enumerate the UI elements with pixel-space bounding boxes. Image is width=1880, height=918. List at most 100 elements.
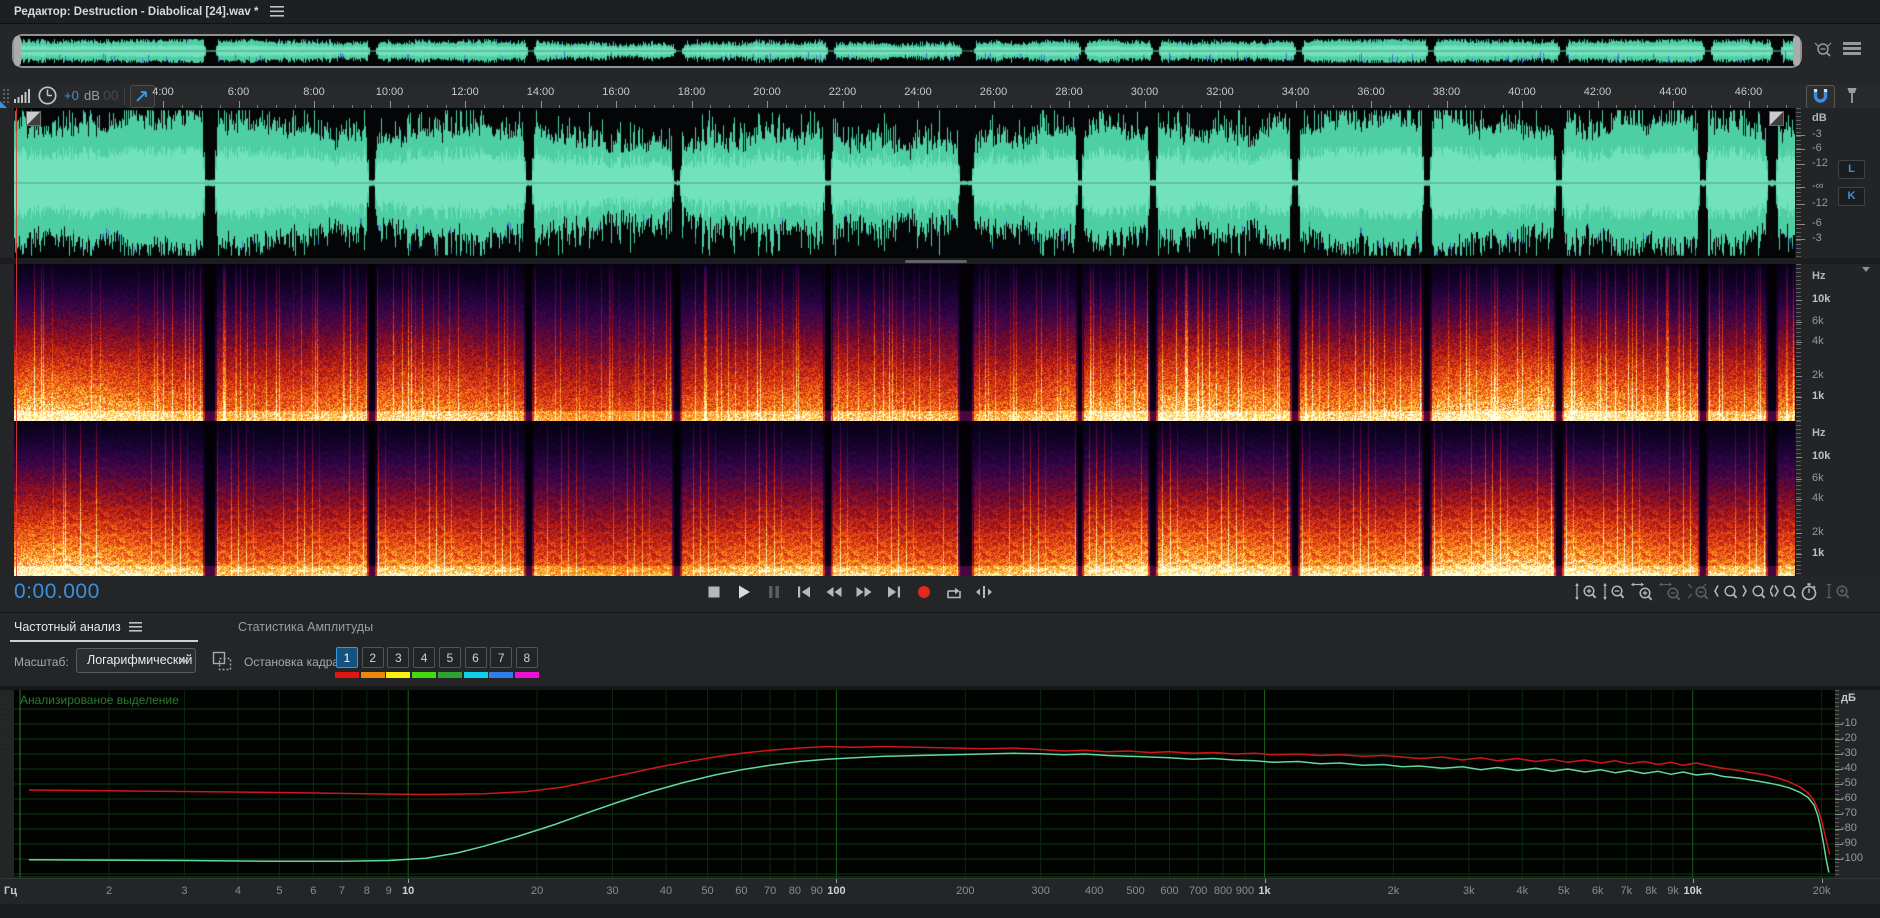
zoom-selection-amplitude-button[interactable] [1826,582,1854,604]
freq-axis-label: 900 [1235,885,1255,897]
divider-handle[interactable] [905,260,967,263]
db-axis-title: дБ [1841,692,1856,704]
ruler-time-label: 38:00 [1432,86,1461,98]
freq-axis-label: 60 [735,885,748,897]
hold-button-4[interactable]: 4 [413,647,436,668]
transport-move-playhead-button[interactable] [973,583,999,603]
tab-amplitude-statistics[interactable]: Статистика Амплитуды [238,620,373,634]
snap-magnet-button[interactable] [1806,85,1835,109]
transport-loop-playback-button[interactable] [943,583,969,603]
timeline-ruler[interactable]: +0 dB 00 4:00 6:00 8:00 10:00 12:00 14:00 16:0… [0,84,1880,109]
hz-scale-label: 10k [1812,293,1831,305]
frequency-graph[interactable]: Анализированое выделение [14,690,1835,878]
freq-axis-label: 5 [276,885,283,897]
hold-color-bar [360,672,385,678]
overview-range-selector[interactable] [12,34,1802,68]
spectrogram-hz-scale-2[interactable]: Hz 10k 6k 4k 2k 1k [1795,421,1880,576]
ruler-time-label: 26:00 [979,86,1008,98]
freq-axis-label: 400 [1085,885,1104,897]
ruler-time-label: 40:00 [1508,86,1536,98]
hz-scale-label: 2k [1812,369,1824,381]
channel-button-L[interactable]: L [1838,160,1865,179]
copy-graph-icon[interactable] [210,649,234,678]
freq-axis-label: 500 [1126,885,1145,897]
time-display[interactable]: 0:00.000 [14,580,100,604]
db-scale-label: -6 [1812,142,1822,154]
freq-axis-label: 600 [1160,885,1179,897]
zoom-in-time-button[interactable] [1630,582,1658,604]
ruler-time-label: 6:00 [227,86,250,98]
hold-color-bar [437,672,462,678]
range-right-handle[interactable] [1793,36,1800,66]
db-axis-label: -90 [1841,837,1857,849]
spectrogram-canvas-left[interactable] [14,264,1795,421]
hold-color-bar [463,672,488,678]
main-waveform-canvas[interactable] [14,108,1795,258]
tab-frequency-analysis[interactable]: Частотный анализ [14,620,142,634]
freq-axis-label: 10k [1683,885,1702,897]
ruler-time-label: 24:00 [904,86,932,98]
transport-record-button[interactable] [913,583,939,603]
db-axis-label: -80 [1841,822,1857,834]
ruler-time-label: 22:00 [828,86,857,98]
ruler-time-label: 20:00 [753,86,781,98]
channel-button-K[interactable]: K [1838,187,1865,206]
waveform-db-scale[interactable]: dB -3 -6 -12 -∞ -12 -6 -3 L K [1795,108,1880,258]
zoom-out-point-button[interactable] [1742,582,1770,604]
transport-play-button[interactable] [733,583,759,603]
tab-menu-icon[interactable] [128,622,142,632]
hold-button-7[interactable]: 7 [490,647,513,668]
hz-scale-title: Hz [1812,427,1826,439]
window-title: Редактор: Destruction - Diabolical [24].… [14,5,259,18]
timer-button[interactable] [1798,582,1826,604]
transport-skip-end-button[interactable] [883,583,909,603]
scale-dropdown-caret-icon[interactable] [1862,267,1870,272]
waveform-row: dB -3 -6 -12 -∞ -12 -6 -3 L K [0,108,1880,258]
freq-axis-label: 7 [338,885,345,897]
db-scale-label: -3 [1812,232,1822,244]
analysis-controls-row: Масштаб: Логарифмический Остановка кадра… [0,642,1880,686]
db-scale-label: -∞ [1812,180,1824,192]
hold-button-3[interactable]: 3 [387,647,410,668]
transport-stop-button[interactable] [703,583,729,603]
panel-menu-icon[interactable] [270,6,285,17]
main-waveform[interactable] [14,108,1795,258]
freq-axis-label: 6 [310,885,317,897]
playhead[interactable] [16,108,17,576]
zoom-out-amplitude-button[interactable] [1602,582,1630,604]
overview-menu-icon[interactable] [1842,41,1862,64]
hold-button-5[interactable]: 5 [438,647,461,668]
hz-scale-label: 6k [1812,315,1824,327]
hold-button-8[interactable]: 8 [515,647,538,668]
range-left-handle[interactable] [14,36,21,66]
overview-zoom-out-icon[interactable] [1812,40,1836,67]
waveform-corner-handle-left-icon[interactable] [26,111,41,126]
zoom-reset-button[interactable] [1686,582,1714,604]
freq-axis-label: 2 [105,885,113,897]
frequency-axis-row: Гц 2 3 4 5 6 7 8 9 10 20 30 40 50 60 70 80 90 100 200 300 40… [0,878,1880,905]
ruler-time-label: 32:00 [1206,86,1234,98]
hold-button-6[interactable]: 6 [464,647,487,668]
hz-scale-label: 2k [1812,526,1824,538]
freq-axis-label: 90 [810,885,823,897]
series-right-channel [28,752,1830,873]
zoom-selection-button[interactable] [1769,582,1798,604]
zoom-in-point-button[interactable] [1714,582,1742,604]
transport-pause-button[interactable] [763,583,789,603]
hold-button-1[interactable]: 1 [336,647,358,668]
zoom-out-time-button[interactable] [1658,582,1686,604]
ruler-time-label: 16:00 [602,86,630,98]
spectrogram-hz-scale-1[interactable]: Hz 10k 6k 4k 2k 1k [1795,264,1880,421]
transport-fast-forward-button[interactable] [853,583,879,603]
transport-rewind-button[interactable] [823,583,849,603]
zoom-in-amplitude-button[interactable] [1574,582,1602,604]
waveform-corner-handle-right-icon[interactable] [1769,111,1784,126]
hold-button-2[interactable]: 2 [361,647,384,668]
spectrogram-canvas-right[interactable] [14,421,1795,576]
scale-dropdown[interactable]: Логарифмический [76,648,196,673]
hz-scale-label: 1k [1812,547,1825,559]
db-axis-label: -100 [1841,852,1864,864]
hold-label: Остановка кадра: [244,655,343,669]
freq-axis-label: 20k [1812,885,1831,897]
transport-skip-start-button[interactable] [793,583,819,603]
